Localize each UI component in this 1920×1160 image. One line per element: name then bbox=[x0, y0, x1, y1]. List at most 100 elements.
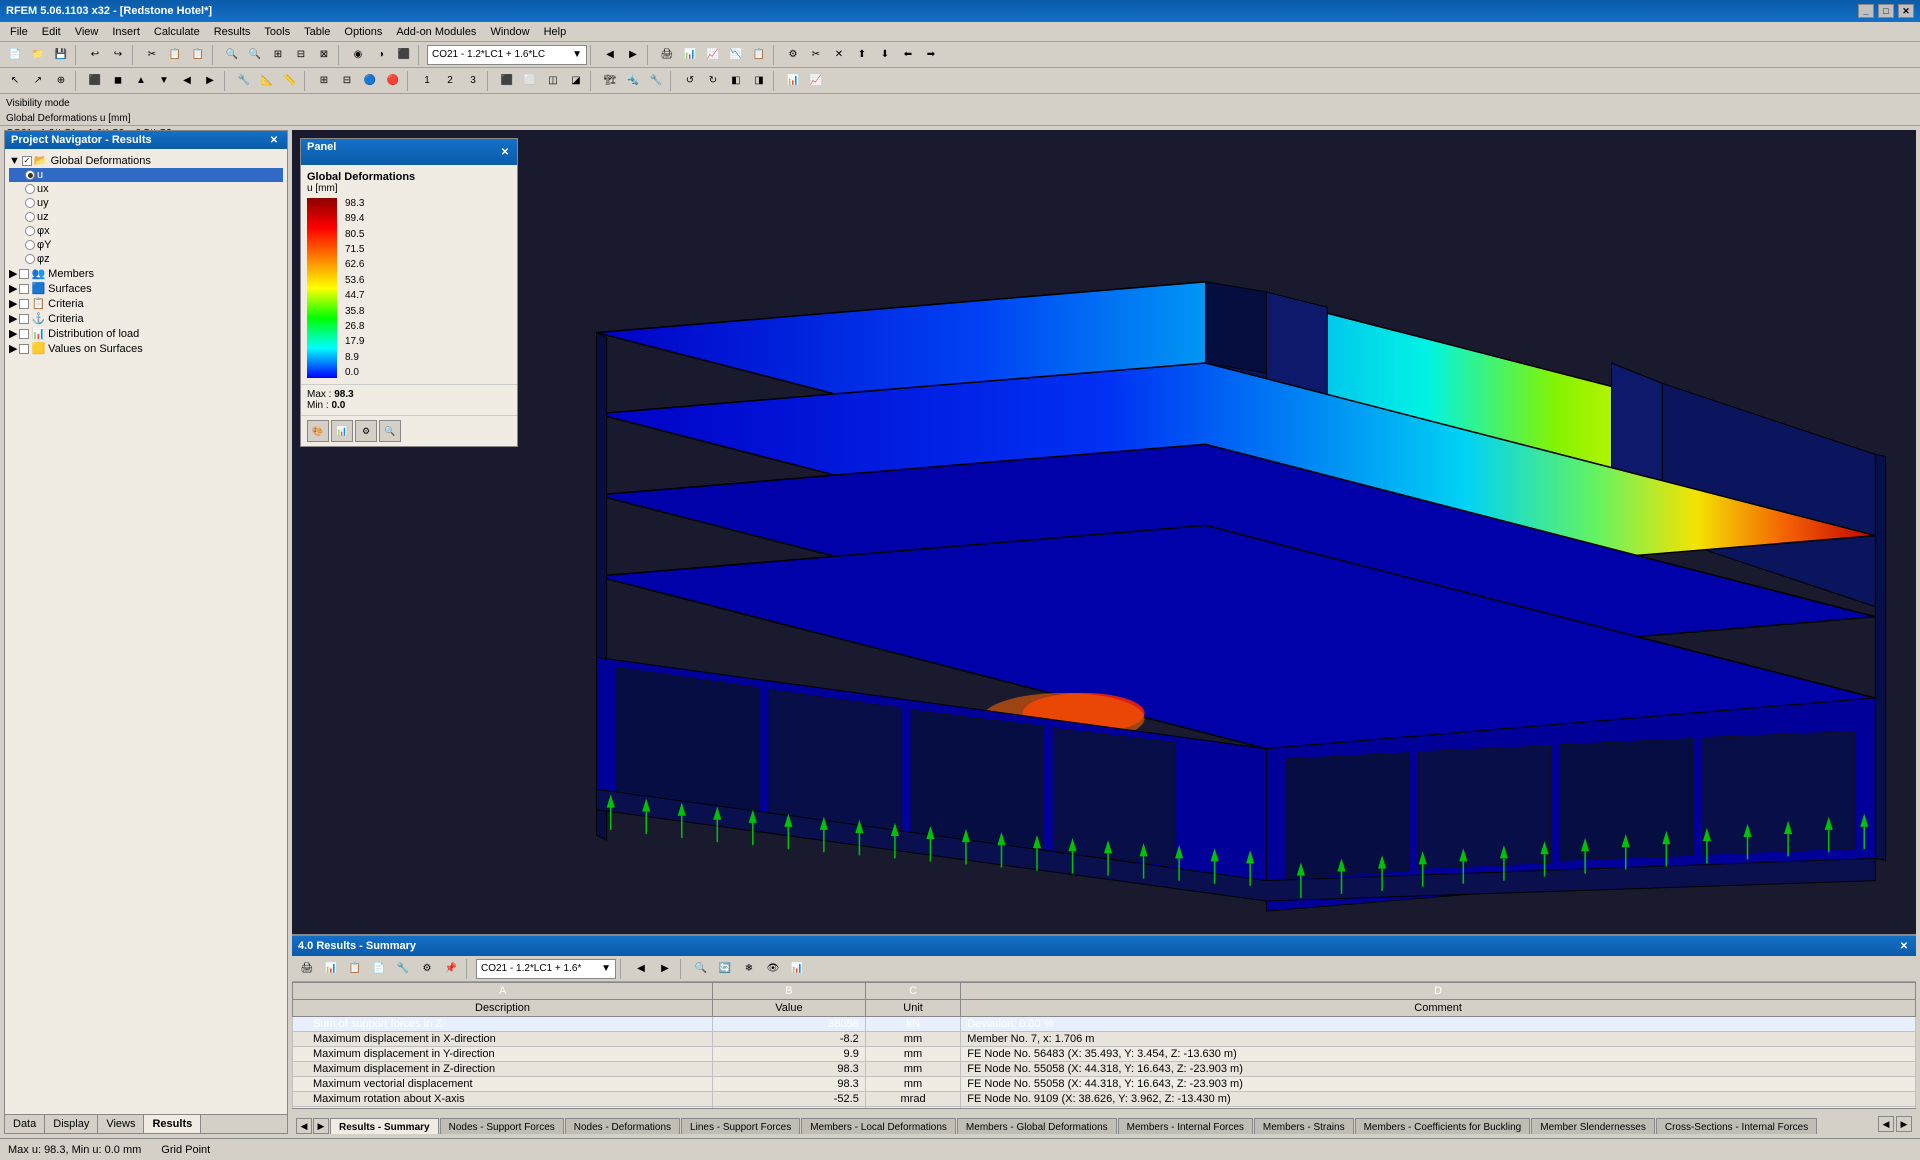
tree-uz[interactable]: uz bbox=[9, 210, 283, 224]
tb2-5[interactable]: ◼ bbox=[107, 70, 129, 92]
tb2-4[interactable]: ⬛ bbox=[84, 70, 106, 92]
tb5[interactable]: 📋 bbox=[187, 44, 209, 66]
tab-cross-sections[interactable]: Cross-Sections - Internal Forces bbox=[1656, 1118, 1817, 1134]
check-surfaces[interactable] bbox=[19, 284, 29, 294]
tb2-9[interactable]: ▶ bbox=[199, 70, 221, 92]
menu-results[interactable]: Results bbox=[208, 24, 257, 40]
zoom-in-button[interactable]: 🔍 bbox=[221, 44, 243, 66]
tree-members[interactable]: ▶ 👥 Members bbox=[9, 266, 283, 281]
tb2-25[interactable]: 🔩 bbox=[622, 70, 644, 92]
tab-members-internal-forces[interactable]: Members - Internal Forces bbox=[1118, 1118, 1253, 1134]
tree-uy[interactable]: uy bbox=[9, 196, 283, 210]
menu-file[interactable]: File bbox=[4, 24, 34, 40]
tab-lines-support-forces[interactable]: Lines - Support Forces bbox=[681, 1118, 800, 1134]
tb2-14[interactable]: ⊟ bbox=[336, 70, 358, 92]
tree-ux[interactable]: ux bbox=[9, 182, 283, 196]
rp-tb4[interactable]: 📄 bbox=[368, 958, 390, 980]
panel-tb-4[interactable]: 🔍 bbox=[379, 420, 401, 442]
radio-phiY[interactable] bbox=[25, 240, 35, 250]
prev-button[interactable]: ◀ bbox=[599, 44, 621, 66]
tb2-13[interactable]: ⊞ bbox=[313, 70, 335, 92]
rp-close-button[interactable]: ✕ bbox=[1898, 935, 1910, 957]
tb2-11[interactable]: 📐 bbox=[256, 70, 278, 92]
menu-options[interactable]: Options bbox=[338, 24, 388, 40]
tab-member-slendernesses[interactable]: Member Slendernesses bbox=[1531, 1118, 1655, 1134]
radio-uy[interactable] bbox=[25, 198, 35, 208]
rp-freeze[interactable]: ❄ bbox=[738, 958, 760, 980]
tb23[interactable]: ⬅ bbox=[897, 44, 919, 66]
rp-next[interactable]: ▶ bbox=[654, 958, 676, 980]
rp-filter[interactable]: 🔍 bbox=[690, 958, 712, 980]
undo-button[interactable]: ↩ bbox=[84, 44, 106, 66]
tb8[interactable]: ⊟ bbox=[290, 44, 312, 66]
tab-members-global-def[interactable]: Members - Global Deformations bbox=[957, 1118, 1117, 1134]
menu-help[interactable]: Help bbox=[538, 24, 573, 40]
check-members[interactable] bbox=[19, 269, 29, 279]
rp-print[interactable]: 🖨 bbox=[296, 958, 318, 980]
tree-distribution-of-load[interactable]: ▶ 📊 Distribution of load bbox=[9, 326, 283, 341]
new-button[interactable]: 📄 bbox=[4, 44, 26, 66]
close-button[interactable]: ✕ bbox=[1898, 4, 1914, 18]
menu-table[interactable]: Table bbox=[298, 24, 336, 40]
check-global-def[interactable]: ✓ bbox=[22, 156, 32, 166]
tree-u[interactable]: u bbox=[9, 168, 283, 182]
tb4[interactable]: 📋 bbox=[164, 44, 186, 66]
radio-uz[interactable] bbox=[25, 212, 35, 222]
tb2-17[interactable]: 1 bbox=[416, 70, 438, 92]
menu-addon[interactable]: Add-on Modules bbox=[390, 24, 482, 40]
panel-tb-1[interactable]: 🎨 bbox=[307, 420, 329, 442]
zoom-out-button[interactable]: 🔍 bbox=[244, 44, 266, 66]
tb2-12[interactable]: 📏 bbox=[279, 70, 301, 92]
tb17[interactable]: 📋 bbox=[748, 44, 770, 66]
open-button[interactable]: 📁 bbox=[27, 44, 49, 66]
table-row[interactable]: Maximum vectorial displacement98.3mmFE N… bbox=[293, 1077, 1916, 1092]
tb2-29[interactable]: ◧ bbox=[725, 70, 747, 92]
tab-nodes-support-forces[interactable]: Nodes - Support Forces bbox=[440, 1118, 564, 1134]
tb2-16[interactable]: 🔴 bbox=[382, 70, 404, 92]
rp-tb7[interactable]: 📌 bbox=[440, 958, 462, 980]
panel-tb-2[interactable]: 📊 bbox=[331, 420, 353, 442]
menu-calculate[interactable]: Calculate bbox=[148, 24, 206, 40]
minimize-button[interactable]: _ bbox=[1858, 4, 1874, 18]
tree-support-reactions[interactable]: ▶ ⚓ Criteria bbox=[9, 311, 283, 326]
rp-combo[interactable]: CO21 - 1.2*LC1 + 1.6* ▼ bbox=[476, 959, 616, 979]
table-row[interactable]: Maximum displacement in X-direction-8.2m… bbox=[293, 1032, 1916, 1047]
tb21[interactable]: ⬆ bbox=[851, 44, 873, 66]
menu-insert[interactable]: Insert bbox=[106, 24, 146, 40]
menu-tools[interactable]: Tools bbox=[258, 24, 296, 40]
tab-page-prev[interactable]: ◀ bbox=[1878, 1116, 1894, 1132]
tb18[interactable]: ⚙ bbox=[782, 44, 804, 66]
next-button[interactable]: ▶ bbox=[622, 44, 644, 66]
tb2-1[interactable]: ↖ bbox=[4, 70, 26, 92]
table-row[interactable]: Sum of support forces in Z38058kNDeviati… bbox=[293, 1017, 1916, 1032]
tb13[interactable]: 🖨 bbox=[656, 44, 678, 66]
tb2-21[interactable]: ⬜ bbox=[519, 70, 541, 92]
rp-tb8[interactable]: 📊 bbox=[786, 958, 808, 980]
tree-phix[interactable]: φx bbox=[9, 224, 283, 238]
pn-tab-data[interactable]: Data bbox=[5, 1115, 45, 1133]
tab-results-summary[interactable]: Results - Summary bbox=[330, 1118, 439, 1134]
rp-refresh[interactable]: 🔄 bbox=[714, 958, 736, 980]
viewport[interactable]: Panel ✕ Global Deformations u [mm] 98.3 … bbox=[292, 130, 1916, 1134]
tb3[interactable]: ✂ bbox=[141, 44, 163, 66]
tree-values-on-surfaces[interactable]: ▶ 🟨 Values on Surfaces bbox=[9, 341, 283, 356]
table-row[interactable]: Maximum rotation about X-axis-52.5mradFE… bbox=[293, 1092, 1916, 1107]
tb2-18[interactable]: 2 bbox=[439, 70, 461, 92]
tb24[interactable]: ➡ bbox=[920, 44, 942, 66]
tb2-32[interactable]: 📈 bbox=[805, 70, 827, 92]
rp-prev[interactable]: ◀ bbox=[630, 958, 652, 980]
tab-members-strains[interactable]: Members - Strains bbox=[1254, 1118, 1354, 1134]
radio-ux[interactable] bbox=[25, 184, 35, 194]
rp-tb5[interactable]: 🔧 bbox=[392, 958, 414, 980]
tb11[interactable]: ◑ bbox=[370, 44, 392, 66]
tb22[interactable]: ⬇ bbox=[874, 44, 896, 66]
rp-tb6[interactable]: ⚙ bbox=[416, 958, 438, 980]
tb20[interactable]: ✕ bbox=[828, 44, 850, 66]
tb19[interactable]: ✂ bbox=[805, 44, 827, 66]
tb2-31[interactable]: 📊 bbox=[782, 70, 804, 92]
pn-close-button[interactable]: ✕ bbox=[267, 133, 281, 147]
tb2-23[interactable]: ◪ bbox=[565, 70, 587, 92]
tree-criteria[interactable]: ▶ 📋 Criteria bbox=[9, 296, 283, 311]
tb2-24[interactable]: 🏗 bbox=[599, 70, 621, 92]
tab-page-next[interactable]: ▶ bbox=[1896, 1116, 1912, 1132]
